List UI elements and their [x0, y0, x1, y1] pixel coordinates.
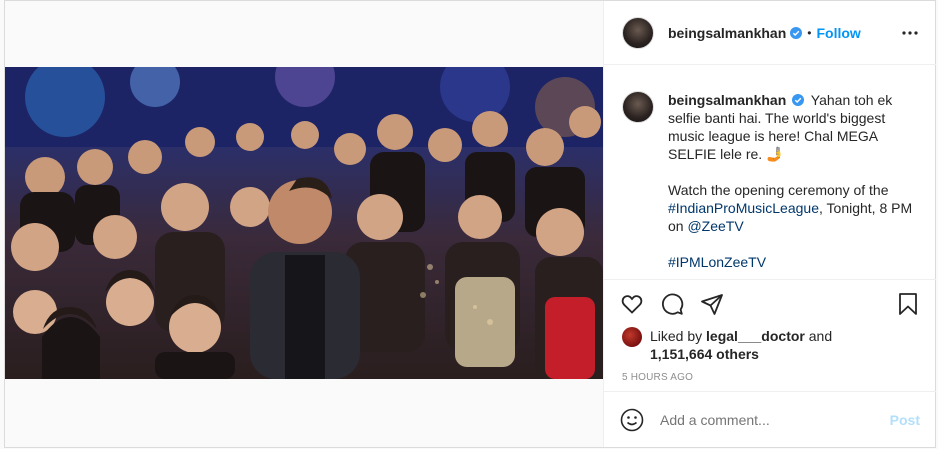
post-media	[5, 1, 603, 447]
selfie-photo-illustration	[5, 67, 603, 379]
post-header: beingsalmankhan • Follow	[604, 1, 936, 65]
separator-dot: •	[807, 25, 812, 40]
caption-line-2: Watch the opening ceremony of the	[668, 182, 889, 198]
post-comment-button[interactable]: Post	[890, 412, 920, 428]
verified-icon	[792, 94, 805, 106]
heart-icon[interactable]	[620, 292, 644, 316]
action-icons	[620, 292, 724, 316]
caption-area: beingsalmankhan Yahan toh ek selfie bant…	[604, 65, 936, 279]
liked-by-label: Liked by	[650, 328, 703, 344]
comment-input[interactable]	[660, 411, 880, 428]
liker-username-link[interactable]: legal___doctor	[706, 328, 805, 344]
post-sidebar: beingsalmankhan • Follow beingsalmankhan…	[603, 1, 936, 447]
share-icon[interactable]	[700, 292, 724, 316]
caption-avatar[interactable]	[622, 91, 654, 123]
hashtag-link[interactable]: #IndianProMusicLeague	[668, 200, 819, 216]
caption-text: beingsalmankhan Yahan toh ek selfie bant…	[668, 91, 924, 279]
likes-summary: Liked by legal___doctor and 1,151,664 ot…	[622, 327, 832, 363]
bookmark-icon[interactable]	[896, 292, 920, 316]
comment-form: Post	[604, 391, 936, 447]
more-options-icon[interactable]	[900, 23, 920, 43]
mention-link[interactable]: @ZeeTV	[687, 218, 743, 234]
follow-button[interactable]: Follow	[816, 25, 860, 41]
comment-icon[interactable]	[660, 292, 684, 316]
post-card: beingsalmankhan • Follow beingsalmankhan…	[4, 0, 936, 448]
emoji-icon[interactable]	[620, 408, 644, 432]
post-photo[interactable]	[5, 67, 603, 379]
liker-avatar[interactable]	[622, 327, 642, 347]
username-link[interactable]: beingsalmankhan	[668, 25, 786, 41]
likes-count-link[interactable]: 1,151,664 others	[650, 346, 759, 362]
verified-icon	[790, 26, 803, 39]
hashtag-link-2[interactable]: #IPMLonZeeTV	[668, 254, 766, 270]
avatar[interactable]	[622, 16, 654, 49]
caption-username-link[interactable]: beingsalmankhan	[668, 92, 786, 108]
post-timestamp[interactable]: 5 HOURS AGO	[622, 372, 693, 383]
likes-and: and	[808, 328, 833, 344]
